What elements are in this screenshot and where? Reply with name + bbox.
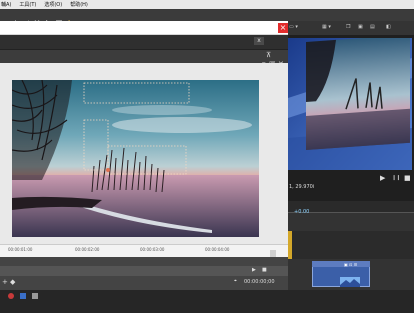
undo-icon[interactable] [14, 11, 20, 24]
bottom-dock [0, 290, 414, 313]
keyframe-track[interactable] [0, 266, 288, 276]
main-photo[interactable] [12, 80, 259, 237]
ruler-tick: 00:00:02:00 [75, 247, 100, 252]
preview-frame [288, 38, 412, 170]
menu-item-options[interactable]: 选项(O) [44, 1, 62, 8]
menu-item-tools[interactable]: 工具(T) [19, 1, 36, 8]
redo-icon[interactable] [24, 11, 30, 24]
add-keyframe-icon[interactable]: + [2, 278, 8, 286]
keyframe-diamond-icon[interactable]: ◆ [10, 278, 15, 286]
menu-bar: 輔A) 工具(T) 选项(O) 帮助(H) [0, 0, 414, 9]
brush-icon[interactable] [64, 11, 70, 26]
dialog-titlebar [0, 21, 288, 35]
keyframe-timecode: 00:00:00;00 [244, 279, 275, 285]
dialog-subheader [0, 49, 288, 63]
ruler-tick: 00:00:03:00 [140, 247, 165, 252]
play-small-icon[interactable]: ▶ [252, 267, 256, 273]
preview-split-icon[interactable]: ◧ [386, 24, 391, 30]
stop-small-icon[interactable]: ■ [262, 267, 267, 273]
preview-save-icon[interactable]: ▣ [358, 24, 363, 30]
preview-snapshot-icon[interactable]: ▤ [370, 24, 375, 30]
clip-header[interactable] [312, 261, 370, 267]
pin-icon[interactable]: ⊼ [266, 51, 271, 59]
preview-grid-icon[interactable]: ▦ ▾ [322, 24, 331, 30]
video-track[interactable] [288, 231, 414, 259]
play-button[interactable]: ▶ [380, 174, 385, 182]
menu-item-edit[interactable]: 輔A) [1, 1, 11, 8]
frame-rate-readout: 1, 29.970i [289, 184, 315, 190]
time-offset-label: +0.00 [294, 209, 310, 215]
track-color-strip [288, 231, 292, 259]
record-icon[interactable] [8, 293, 14, 299]
track-icon[interactable] [20, 293, 26, 299]
ruler-tick: 00:00:04:00 [205, 247, 230, 252]
header-close-button[interactable]: x [254, 37, 264, 45]
pause-button[interactable]: ❙❙ [392, 175, 400, 181]
timeline-ruler[interactable]: 00:00:01:00 00:00:02:00 00:00:03:00 00:0… [0, 244, 288, 257]
mute-icon[interactable] [32, 293, 38, 299]
close-button[interactable]: × [278, 23, 288, 33]
preview-copy-icon[interactable]: ❐ [346, 24, 350, 30]
stop-button[interactable]: ■ [404, 174, 411, 182]
location-pin-icon: ⌖ [234, 278, 237, 284]
cut-icon[interactable] [34, 11, 40, 27]
app-window: 輔A) 工具(T) 选项(O) 帮助(H) ▭ ▾ ▦ ▾ ❐ ▣ ▤ ◧ ▶ … [0, 0, 414, 313]
clip-fx-icon[interactable]: ▣ ⊡ ☰ [344, 262, 357, 267]
envelope-tool-icon[interactable] [55, 11, 63, 26]
menu-item-help[interactable]: 帮助(H) [70, 1, 88, 8]
clip-thumbnail [340, 272, 360, 287]
pointer-icon[interactable] [46, 11, 52, 26]
preview-toolbar: ▭ ▾ ▦ ▾ ❐ ▣ ▤ ◧ [286, 21, 414, 35]
ruler-tick: 00:00:01:00 [8, 247, 33, 252]
main-toolbar [0, 9, 414, 21]
preview-quality-icon[interactable]: ▭ ▾ [289, 24, 298, 30]
dialog-header [0, 35, 288, 49]
